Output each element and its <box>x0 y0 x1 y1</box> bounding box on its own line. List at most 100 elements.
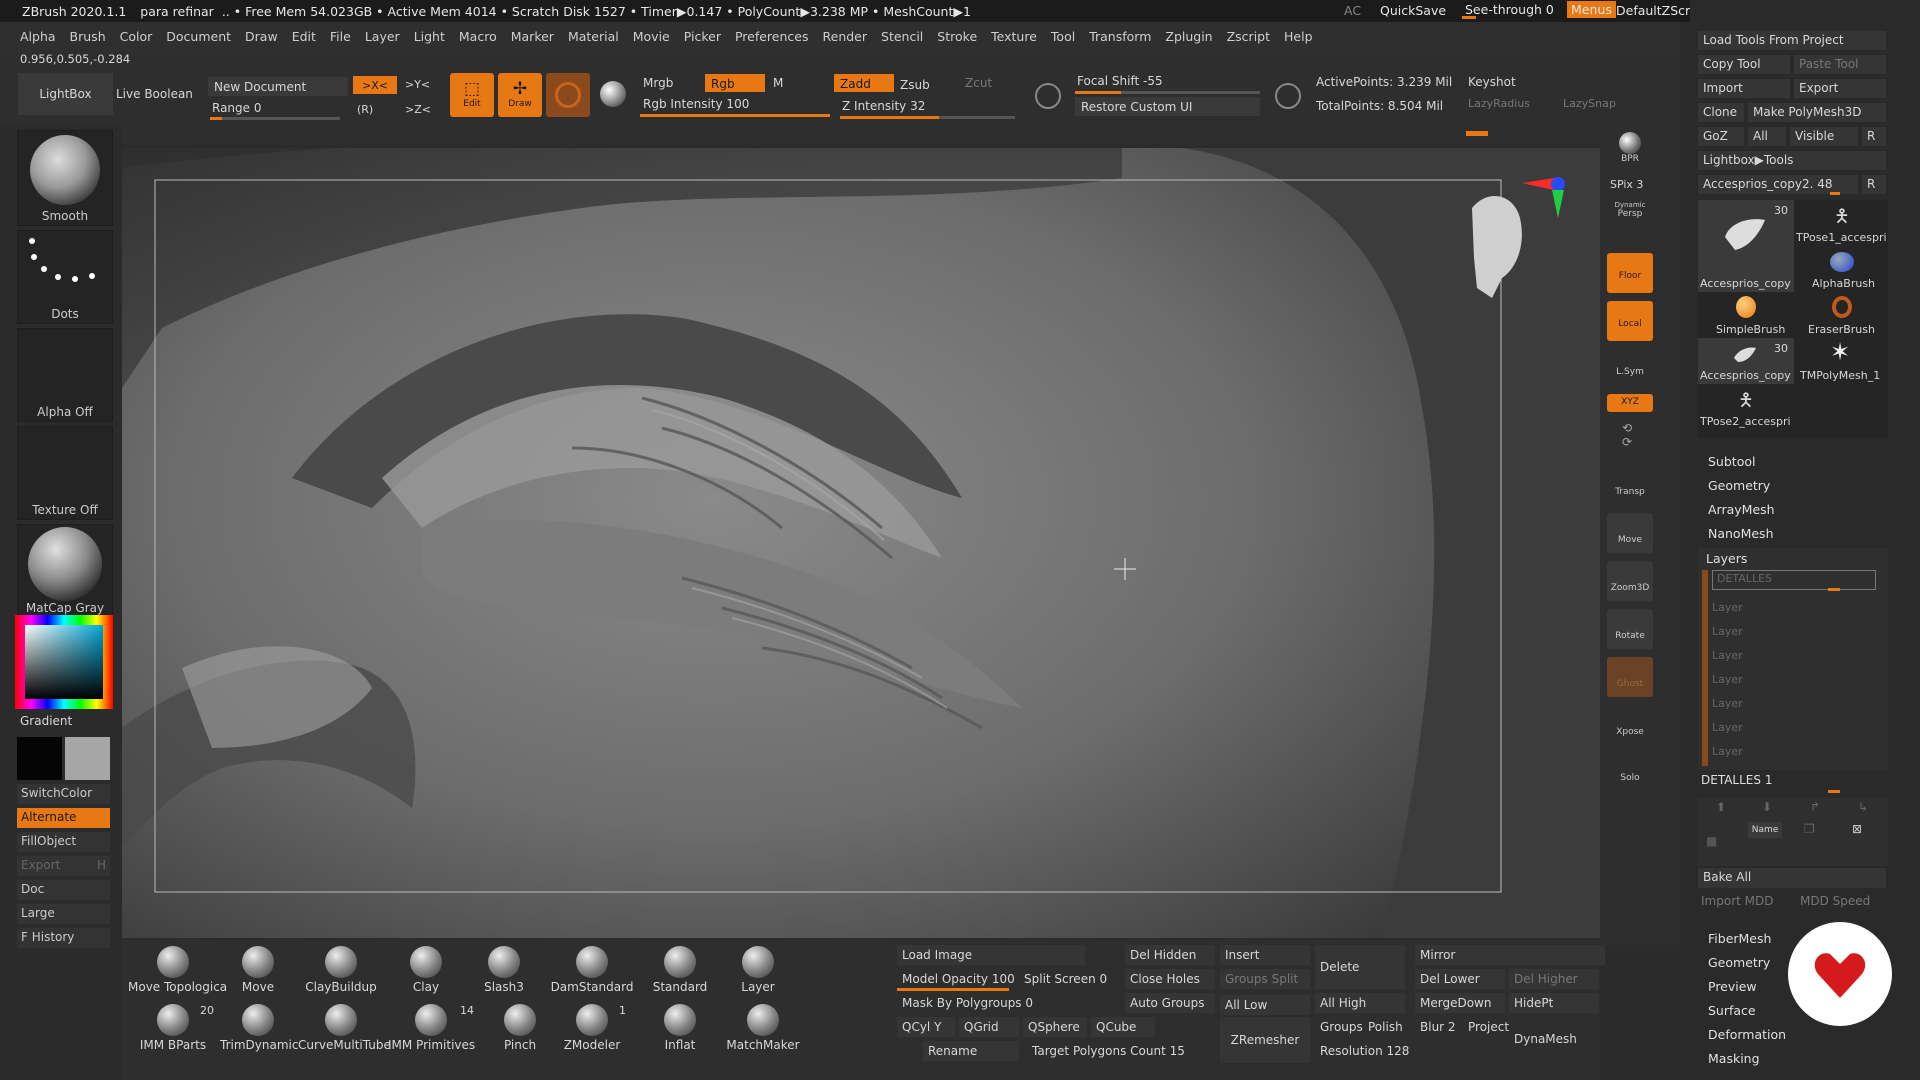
menu-color[interactable]: Color <box>120 29 153 44</box>
subtool-section[interactable]: Subtool <box>1708 454 1755 469</box>
restore-custom-ui-button[interactable]: Restore Custom UI <box>1075 97 1260 116</box>
menu-alpha[interactable]: Alpha <box>20 29 56 44</box>
rotate-axis-icon[interactable]: ⟲ ⟳ <box>1622 421 1632 449</box>
geometry-section[interactable]: Geometry <box>1708 478 1770 493</box>
switchcolor-button[interactable]: SwitchColor <box>17 784 110 804</box>
menu-marker[interactable]: Marker <box>511 29 554 44</box>
material-selector[interactable]: MatCap Gray <box>17 524 113 618</box>
menu-render[interactable]: Render <box>823 29 868 44</box>
tool-item[interactable]: AlphaBrush <box>1794 246 1890 292</box>
move-up-icon[interactable]: ⬆ <box>1716 800 1726 814</box>
brush-move-topological[interactable]: Move Topologica <box>128 946 227 994</box>
menu-preferences[interactable]: Preferences <box>735 29 809 44</box>
goz-button[interactable]: GoZ <box>1698 127 1744 146</box>
menu-material[interactable]: Material <box>568 29 619 44</box>
rgb-toggle[interactable]: Rgb <box>705 74 765 92</box>
del-hidden-button[interactable]: Del Hidden <box>1125 945 1215 965</box>
tool-item[interactable]: 30 Accesprios_copy <box>1698 200 1794 292</box>
alpha-selector[interactable]: Alpha Off <box>17 328 113 422</box>
large-button[interactable]: Large <box>17 904 110 924</box>
persp-button[interactable]: Dynamic Persp <box>1607 193 1653 227</box>
doc-button[interactable]: Doc <box>17 880 110 900</box>
z-intensity-slider[interactable]: Z Intensity 32 <box>842 99 925 113</box>
live-boolean-toggle[interactable]: Live Boolean <box>116 87 193 101</box>
paste-tool-button[interactable]: Paste Tool <box>1794 55 1886 74</box>
all-high-button[interactable]: All High <box>1315 993 1405 1013</box>
menu-brush[interactable]: Brush <box>70 29 106 44</box>
hidept-button[interactable]: HidePt <box>1509 993 1599 1013</box>
rotate-view-button[interactable]: Rotate <box>1607 609 1653 649</box>
import-mdd-button[interactable]: Import MDD <box>1701 894 1773 908</box>
z-intensity-track[interactable] <box>840 116 1015 119</box>
material-sphere-icon[interactable] <box>600 81 626 107</box>
close-holes-button[interactable]: Close Holes <box>1125 969 1215 989</box>
model-opacity-slider[interactable]: Model Opacity 100 <box>897 969 1017 989</box>
brush-claybuildup[interactable]: ClayBuildup <box>298 946 384 994</box>
main-color-swatch[interactable] <box>17 737 62 780</box>
brush-imm-primitives[interactable]: IMM Primitives 14 <box>388 1004 475 1052</box>
xpose-button[interactable]: Xpose <box>1607 705 1653 745</box>
layer-intensity-slider[interactable] <box>1828 790 1840 793</box>
qsphere-button[interactable]: QSphere <box>1023 1017 1087 1037</box>
copy-icon[interactable]: ❐ <box>1804 822 1815 836</box>
transp-button[interactable]: Transp <box>1607 465 1653 505</box>
menu-macro[interactable]: Macro <box>459 29 497 44</box>
seethrough-slider[interactable]: See-through 0 <box>1465 2 1554 17</box>
export-button[interactable]: Export H <box>17 856 110 876</box>
zremesher-button[interactable]: ZRemesher <box>1220 1017 1310 1063</box>
qcube-button[interactable]: QCube <box>1091 1017 1155 1037</box>
record-icon[interactable]: ■ <box>1706 834 1717 848</box>
ghost-button[interactable]: Ghost <box>1607 657 1653 697</box>
ac-label[interactable]: AC <box>1344 3 1361 18</box>
edit-mode-button[interactable]: ⬚ Edit <box>450 73 494 117</box>
menu-file[interactable]: File <box>330 29 351 44</box>
solo-button[interactable]: Solo <box>1607 753 1653 793</box>
lazy-snap-slider[interactable]: LazySnap <box>1563 97 1616 110</box>
draw-mode-button[interactable]: ✢ Draw <box>498 73 542 117</box>
masking-section[interactable]: Masking <box>1708 1051 1760 1066</box>
layer-item[interactable]: Layer <box>1712 692 1876 716</box>
xyz-button[interactable]: XYZ <box>1607 394 1653 412</box>
tool-item[interactable]: 🯅 TPose1_accespri <box>1794 200 1890 246</box>
layers-section[interactable]: Layers <box>1706 551 1747 566</box>
split-screen-slider[interactable]: Split Screen 0 <box>1019 969 1115 989</box>
bpr-button[interactable]: BPR <box>1607 130 1653 170</box>
tool-item[interactable]: 🯅 TPose2_accespri <box>1698 384 1794 430</box>
deformation-section[interactable]: Deformation <box>1708 1027 1786 1042</box>
auto-groups-button[interactable]: Auto Groups <box>1125 993 1215 1013</box>
brush-clay[interactable]: Clay <box>388 946 464 994</box>
color-picker[interactable] <box>15 615 113 709</box>
move-down-icon[interactable]: ⬇ <box>1762 800 1772 814</box>
gradient-toggle[interactable]: Gradient <box>20 714 72 728</box>
qcyl-button[interactable]: QCyl Y <box>897 1017 955 1037</box>
menu-zscript[interactable]: Zscript <box>1227 29 1270 44</box>
model-opacity-track[interactable] <box>897 988 1009 991</box>
goz-r-button[interactable]: R <box>1862 127 1886 146</box>
import-button[interactable]: Import <box>1698 79 1790 98</box>
rgb-intensity-track[interactable] <box>640 114 830 117</box>
brush-slash3[interactable]: Slash3 <box>466 946 542 994</box>
local-button[interactable]: Local <box>1607 301 1653 341</box>
menu-tool[interactable]: Tool <box>1051 29 1075 44</box>
zsub-toggle[interactable]: Zsub <box>900 78 930 92</box>
layer-item[interactable]: Layer <box>1712 668 1876 692</box>
layers-scrollbar[interactable] <box>1702 570 1708 766</box>
all-low-button[interactable]: All Low <box>1220 995 1310 1015</box>
rename-button[interactable]: Rename <box>923 1041 1019 1061</box>
lsym-button[interactable]: L.Sym <box>1607 349 1653 389</box>
range-slider[interactable]: Range 0 <box>212 101 261 115</box>
groups-split-button[interactable]: Groups Split <box>1220 969 1310 989</box>
brush-standard[interactable]: Standard <box>642 946 718 994</box>
zcut-toggle[interactable]: Zcut <box>965 76 992 90</box>
menu-document[interactable]: Document <box>166 29 231 44</box>
current-tool-r-button[interactable]: R <box>1862 175 1886 194</box>
brush-curvemultitube[interactable]: CurveMultiTube <box>298 1004 391 1052</box>
mdd-speed-slider[interactable]: MDD Speed <box>1800 894 1870 908</box>
redo-icon[interactable]: ↱ <box>1810 800 1820 814</box>
zadd-toggle[interactable]: Zadd <box>834 74 894 92</box>
brush-zmodeler[interactable]: ZModeler 1 <box>544 1004 640 1052</box>
brush-selector[interactable]: Smooth <box>17 130 113 226</box>
goz-visible-button[interactable]: Visible <box>1790 127 1858 146</box>
arraymesh-section[interactable]: ArrayMesh <box>1708 502 1775 517</box>
menu-stroke[interactable]: Stroke <box>937 29 977 44</box>
